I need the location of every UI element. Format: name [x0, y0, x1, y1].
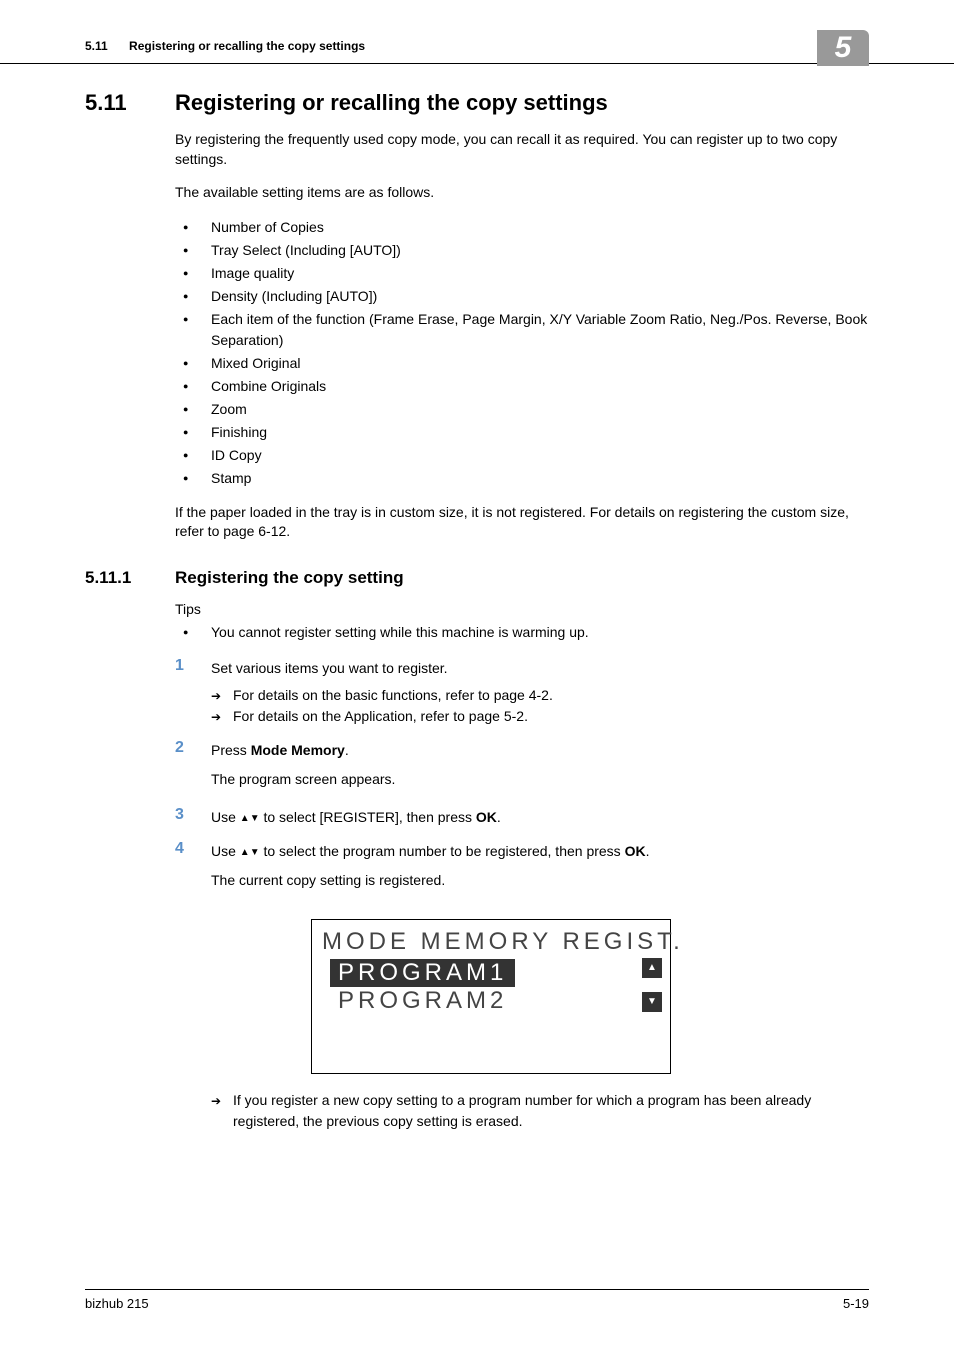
step-number: 1	[175, 657, 211, 727]
device-screen-illustration: MODE MEMORY REGIST. PROGRAM1 PROGRAM2 ▲ …	[311, 919, 671, 1074]
step-text-post: .	[345, 742, 349, 758]
section-title: Registering or recalling the copy settin…	[175, 90, 608, 116]
tips-list: You cannot register setting while this m…	[175, 622, 869, 643]
subsection-title: Registering the copy setting	[175, 568, 404, 588]
step-text-pre: Use	[211, 809, 240, 825]
list-item: Each item of the function (Frame Erase, …	[175, 309, 869, 351]
list-item: Tray Select (Including [AUTO])	[175, 240, 869, 261]
scroll-down-icon: ▼	[642, 992, 662, 1012]
list-item: Mixed Original	[175, 353, 869, 374]
scroll-indicator: ▲ ▼	[642, 958, 662, 1026]
section-available-line: The available setting items are as follo…	[175, 183, 869, 203]
arrow-item: For details on the basic functions, refe…	[211, 685, 869, 706]
footer-page-num: 5-19	[843, 1296, 869, 1311]
step-number: 3	[175, 806, 211, 828]
step-body: Press Mode Memory. The program screen ap…	[211, 739, 869, 794]
section-intro: By registering the frequently used copy …	[175, 130, 869, 169]
step-text-mid: to select the program number to be regis…	[260, 843, 625, 859]
page-content: 5.11 Registering or recalling the copy s…	[0, 64, 954, 1132]
header-breadcrumb: 5.11 Registering or recalling the copy s…	[85, 38, 365, 55]
step-body: Use ▲▼ to select the program number to b…	[211, 840, 869, 895]
step-bold: OK	[625, 843, 646, 859]
step-result: The current copy setting is registered.	[211, 870, 869, 891]
list-item: ID Copy	[175, 445, 869, 466]
up-down-icon: ▲▼	[240, 846, 260, 857]
list-item: Number of Copies	[175, 217, 869, 238]
list-item: Zoom	[175, 399, 869, 420]
step-3: 3 Use ▲▼ to select [REGISTER], then pres…	[175, 806, 869, 828]
step-4: 4 Use ▲▼ to select the program number to…	[175, 840, 869, 895]
step-text-pre: Press	[211, 742, 251, 758]
settings-list: Number of Copies Tray Select (Including …	[175, 217, 869, 489]
list-item: Stamp	[175, 468, 869, 489]
scroll-up-icon: ▲	[642, 958, 662, 978]
step-body: Use ▲▼ to select [REGISTER], then press …	[211, 806, 869, 828]
section-number: 5.11	[85, 90, 175, 116]
subsection-heading: 5.11.1 Registering the copy setting	[85, 568, 869, 588]
chapter-badge: 5	[817, 30, 869, 66]
page-footer: bizhub 215 5-19	[85, 1289, 869, 1311]
step-bold: OK	[476, 809, 497, 825]
step-text-pre: Use	[211, 843, 240, 859]
up-down-icon: ▲▼	[240, 812, 260, 823]
list-item: Finishing	[175, 422, 869, 443]
arrow-item: For details on the Application, refer to…	[211, 706, 869, 727]
list-item: You cannot register setting while this m…	[175, 622, 869, 643]
tips-label: Tips	[175, 600, 869, 620]
section-note: If the paper loaded in the tray is in cu…	[175, 503, 869, 542]
header-section-title: Registering or recalling the copy settin…	[129, 39, 365, 53]
step-text-post: .	[497, 809, 501, 825]
step-text-post: .	[646, 843, 650, 859]
list-item: Combine Originals	[175, 376, 869, 397]
subsection-number: 5.11.1	[85, 568, 175, 588]
list-item: Density (Including [AUTO])	[175, 286, 869, 307]
screen-option: PROGRAM2	[338, 987, 660, 1015]
step-1: 1 Set various items you want to register…	[175, 657, 869, 727]
step-bold: Mode Memory	[251, 742, 345, 758]
step-2: 2 Press Mode Memory. The program screen …	[175, 739, 869, 794]
step-arrows: For details on the basic functions, refe…	[211, 685, 869, 727]
header-section-num: 5.11	[85, 39, 108, 53]
screen-title: MODE MEMORY REGIST.	[322, 928, 660, 956]
arrow-note: If you register a new copy setting to a …	[211, 1090, 869, 1132]
step-number: 2	[175, 739, 211, 794]
step-result: The program screen appears.	[211, 769, 869, 790]
footer-product: bizhub 215	[85, 1296, 149, 1311]
step-body: Set various items you want to register. …	[211, 657, 869, 727]
step-number: 4	[175, 840, 211, 895]
section-heading: 5.11 Registering or recalling the copy s…	[85, 90, 869, 116]
page-header: 5.11 Registering or recalling the copy s…	[0, 0, 954, 64]
list-item: Image quality	[175, 263, 869, 284]
step-text-mid: to select [REGISTER], then press	[260, 809, 476, 825]
screen-selected-item: PROGRAM1	[330, 959, 515, 987]
step-text: Set various items you want to register.	[211, 660, 448, 676]
